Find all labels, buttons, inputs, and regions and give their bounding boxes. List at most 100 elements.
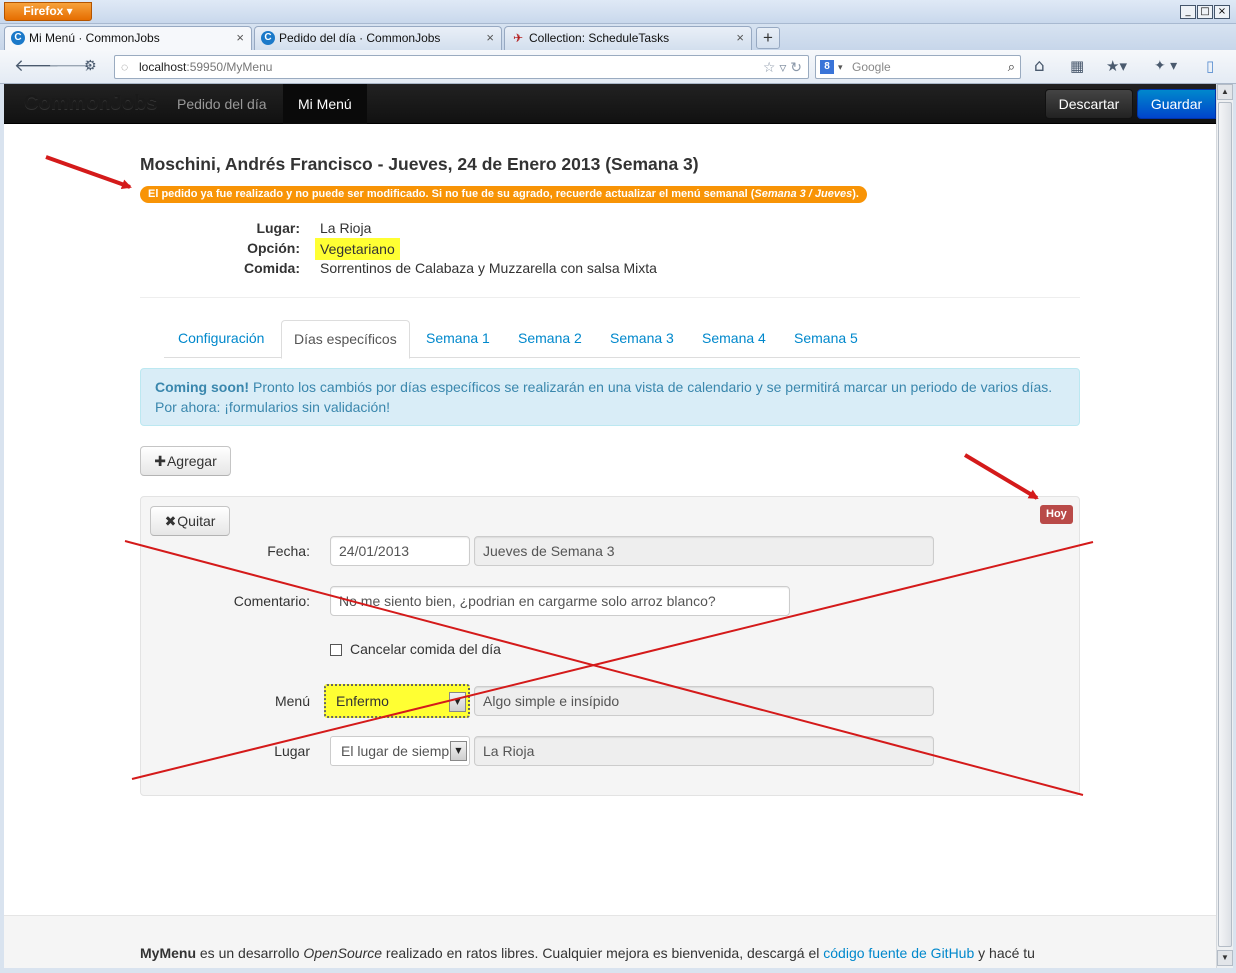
coming-soon-alert: Coming soon! Pronto los cambiós por días… <box>140 368 1080 426</box>
comida-value: Sorrentinos de Calabaza y Muzzarella con… <box>320 260 657 276</box>
cancel-meal-checkbox[interactable] <box>330 644 342 656</box>
add-button[interactable]: ✚Agregar <box>140 446 231 476</box>
tab-semana-3[interactable]: Semana 3 <box>598 320 686 358</box>
new-tab-button[interactable]: + <box>756 27 780 49</box>
maximize-icon[interactable]: □ <box>1197 5 1213 19</box>
github-link[interactable]: código fuente de GitHub <box>823 945 974 961</box>
home-icon[interactable]: ⌂ <box>1034 56 1045 76</box>
browser-navbar: 🡐 🡒 ⚙ ◌ localhost:59950/MyMenu ☆ ▿ ↻ 8 ▾… <box>0 50 1236 84</box>
footer-t1: es un desarrollo <box>196 945 304 961</box>
ravendb-favicon-icon: ✈ <box>512 31 524 45</box>
coming-soon-title: Coming soon! <box>155 379 250 395</box>
remove-icon: ✖ <box>164 514 177 530</box>
page-viewport: CommonJobs Pedido del día Mi Menú Descar… <box>4 84 1216 968</box>
close-window-icon[interactable]: × <box>1214 5 1230 19</box>
lugar-value: La Rioja <box>320 220 372 236</box>
footer-text: MyMenu es un desarrollo OpenSource reali… <box>140 943 1080 963</box>
app-brand[interactable]: CommonJobs <box>24 92 157 115</box>
search-bar[interactable]: 8 ▾ Google ⌕ <box>815 55 1021 79</box>
warning-text: El pedido ya fue realizado y no puede se… <box>148 188 755 200</box>
footer-t4: y hacé tu <box>974 945 1035 961</box>
warning-week-day: Semana 3 / Jueves <box>754 188 853 200</box>
tab-semana-4[interactable]: Semana 4 <box>690 320 778 358</box>
firefox-menu-button[interactable]: Firefox ▾ <box>4 2 92 21</box>
close-tab-icon[interactable]: × <box>736 27 744 49</box>
footer-t3: realizado en ratos libres. Cualquier mej… <box>382 945 824 961</box>
browser-tab-collection[interactable]: ✈ Collection: ScheduleTasks × <box>504 26 752 50</box>
menu-description: Algo simple e insípido <box>474 686 934 716</box>
page-title: Moschini, Andrés Francisco - Jueves, 24 … <box>140 154 699 174</box>
plus-icon: ✚ <box>154 454 166 470</box>
tab-semana-1[interactable]: Semana 1 <box>414 320 502 358</box>
firefox-menu-label: Firefox <box>23 4 64 18</box>
remove-button-label: Quitar <box>177 513 216 529</box>
browser-tab-pedido[interactable]: C Pedido del día · CommonJobs × <box>254 26 502 50</box>
commonjobs-favicon-icon: C <box>11 31 25 45</box>
addon-icon[interactable]: ✦ ▾ <box>1154 58 1177 74</box>
fecha-label: Fecha: <box>267 543 310 559</box>
browser-tabstrip: C Mi Menú · CommonJobs × C Pedido del dí… <box>0 24 1236 51</box>
menu-label: Menú <box>274 693 310 709</box>
lugar-description: La Rioja <box>474 736 934 766</box>
url-host: localhost <box>139 60 187 74</box>
chevron-down-icon: ▼ <box>450 741 467 761</box>
add-button-label: Agregar <box>166 453 217 469</box>
nav-pedido-del-dia[interactable]: Pedido del día <box>162 84 282 124</box>
nav-mi-menu[interactable]: Mi Menú <box>283 84 367 124</box>
comentario-input[interactable]: No me siento bien, ¿podrian en cargarme … <box>330 586 790 616</box>
footer-opensource: OpenSource <box>303 945 383 961</box>
bookmarks-grid-icon[interactable]: ▦ <box>1070 57 1084 75</box>
lugar-select[interactable]: El lugar de siemp ▼ <box>330 736 470 766</box>
window-titlebar: Firefox ▾ _ □ × <box>0 0 1236 24</box>
app-navbar: CommonJobs Pedido del día Mi Menú Descar… <box>4 84 1216 124</box>
site-identity-icon: ◌ <box>121 60 129 74</box>
url-path: :59950/MyMenu <box>186 60 273 74</box>
lugar-select-value: El lugar de siemp <box>341 743 450 759</box>
close-tab-icon[interactable]: × <box>236 27 244 49</box>
chevron-down-icon: ▼ <box>449 692 466 712</box>
divider <box>140 297 1080 298</box>
scroll-down-icon[interactable]: ▼ <box>1217 950 1233 966</box>
lugar-form-label: Lugar <box>274 743 310 759</box>
opcion-label: Opción: <box>247 240 300 256</box>
sidebar-toggle-icon[interactable]: ▯ <box>1206 57 1214 75</box>
bookmark-star-reload-icon[interactable]: ☆ ▿ ↻ <box>763 56 802 78</box>
url-bar[interactable]: ◌ localhost:59950/MyMenu ☆ ▿ ↻ <box>114 55 809 79</box>
engine-dropdown-icon[interactable]: ▾ <box>838 56 843 78</box>
comida-label: Comida: <box>244 260 300 276</box>
comentario-label: Comentario: <box>233 593 310 609</box>
browser-tab-title: Collection: ScheduleTasks <box>529 31 670 45</box>
coming-soon-text: Pronto los cambiós por días específicos … <box>155 379 1053 415</box>
scroll-thumb[interactable] <box>1218 102 1232 947</box>
order-locked-warning: El pedido ya fue realizado y no puede se… <box>140 186 867 203</box>
footer-brand: MyMenu <box>140 945 196 961</box>
browser-tab-title: Mi Menú · CommonJobs <box>29 31 160 45</box>
cancel-meal-label[interactable]: Cancelar comida del día <box>350 641 501 657</box>
fecha-description: Jueves de Semana 3 <box>474 536 934 566</box>
save-button[interactable]: Guardar <box>1137 89 1216 119</box>
discard-button[interactable]: Descartar <box>1045 89 1133 119</box>
lugar-label: Lugar: <box>256 220 300 236</box>
search-placeholder: Google <box>852 60 891 74</box>
menu-select[interactable]: Enfermo ▼ <box>324 684 470 718</box>
scroll-up-icon[interactable]: ▲ <box>1217 84 1233 100</box>
tab-dias-especificos[interactable]: Días específicos <box>281 320 410 359</box>
bookmarks-menu-icon[interactable]: ★▾ <box>1106 57 1127 75</box>
vertical-scrollbar[interactable]: ▲ ▼ <box>1216 84 1233 968</box>
menu-tabs: Configuración Días específicos Semana 1 … <box>164 320 1080 359</box>
minimize-icon[interactable]: _ <box>1180 5 1196 19</box>
browser-tab-mi-menu[interactable]: C Mi Menú · CommonJobs × <box>4 26 252 51</box>
history-icon[interactable]: ⚙ <box>84 58 97 74</box>
google-engine-icon[interactable]: 8 <box>820 60 834 74</box>
tab-semana-2[interactable]: Semana 2 <box>506 320 594 358</box>
tab-configuracion[interactable]: Configuración <box>166 320 276 358</box>
tab-semana-5[interactable]: Semana 5 <box>782 320 870 358</box>
close-tab-icon[interactable]: × <box>486 27 494 49</box>
search-icon[interactable]: ⌕ <box>1008 56 1015 78</box>
remove-button[interactable]: ✖Quitar <box>150 506 230 536</box>
today-badge: Hoy <box>1040 505 1073 524</box>
commonjobs-favicon-icon: C <box>261 31 275 45</box>
fecha-input[interactable]: 24/01/2013 <box>330 536 470 566</box>
footer: MyMenu es un desarrollo OpenSource reali… <box>4 915 1216 968</box>
menu-select-value: Enfermo <box>336 693 389 709</box>
